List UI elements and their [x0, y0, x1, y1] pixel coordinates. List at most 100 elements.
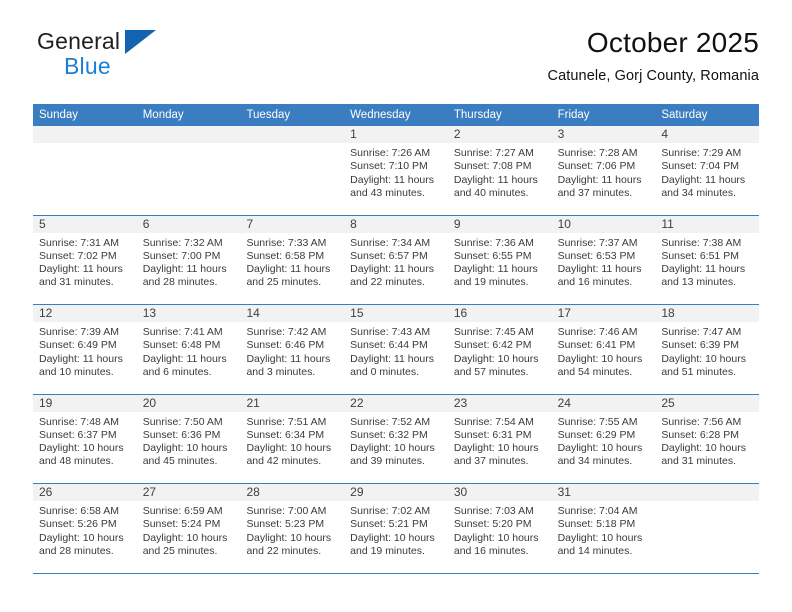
day-number: 15	[350, 306, 364, 320]
day-number-band	[655, 484, 760, 501]
calendar-day-cell[interactable]: 24 Sunrise: 7:55 AM Sunset: 6:29 PM Dayl…	[551, 394, 656, 483]
day-number-band: 30	[447, 484, 552, 501]
sunrise-text: Sunrise: 7:27 AM	[453, 147, 534, 159]
calendar-day-cell[interactable]	[136, 126, 241, 215]
sunset-text: Sunset: 7:10 PM	[350, 160, 428, 173]
sunrise-text: Sunrise: 7:48 AM	[39, 415, 119, 428]
calendar-day-cell[interactable]: 31 Sunrise: 7:04 AM Sunset: 5:18 PM Dayl…	[551, 484, 656, 573]
calendar-day-cell[interactable]: 1 Sunrise: 7:26 AM Sunset: 7:10 PM Dayli…	[344, 126, 448, 215]
sunset-text: Sunset: 6:34 PM	[246, 428, 325, 441]
calendar-day-cell[interactable]: 3 Sunrise: 7:28 AM Sunset: 7:06 PM Dayli…	[551, 126, 656, 215]
sunset-text: Sunset: 6:32 PM	[350, 428, 428, 441]
sunset-text: Sunset: 5:23 PM	[246, 518, 325, 531]
sunset-text: Sunset: 6:57 PM	[350, 249, 428, 262]
sunrise-text: Sunrise: 7:56 AM	[661, 415, 742, 428]
calendar-day-cell[interactable]: 16 Sunrise: 7:45 AM Sunset: 6:42 PM Dayl…	[447, 305, 552, 394]
day-details: Sunrise: 7:51 AM Sunset: 6:34 PM Dayligh…	[240, 412, 344, 469]
calendar-day-cell[interactable]: 25 Sunrise: 7:56 AM Sunset: 6:28 PM Dayl…	[655, 394, 760, 483]
day-number: 13	[142, 306, 157, 320]
sunset-text: Sunset: 5:18 PM	[557, 518, 636, 531]
day-number-band: 22	[344, 394, 448, 412]
daylight-text-line2: and 6 minutes.	[142, 365, 212, 378]
calendar-day-cell[interactable]: 21 Sunrise: 7:51 AM Sunset: 6:34 PM Dayl…	[240, 394, 345, 483]
day-details: Sunrise: 7:54 AM Sunset: 6:31 PM Dayligh…	[448, 412, 552, 469]
calendar-day-cell[interactable]: 15 Sunrise: 7:43 AM Sunset: 6:44 PM Dayl…	[344, 305, 448, 394]
generalblue-logo: General Blue	[33, 28, 243, 88]
day-number-band: 12	[33, 305, 137, 322]
day-number: 30	[453, 485, 468, 499]
daylight-text-line2: and 3 minutes.	[246, 365, 316, 378]
calendar-day-cell[interactable]: 18 Sunrise: 7:47 AM Sunset: 6:39 PM Dayl…	[655, 305, 760, 394]
sunset-text: Sunset: 6:48 PM	[142, 339, 221, 352]
daylight-text-line2: and 19 minutes.	[350, 544, 425, 557]
sunrise-text: Sunrise: 7:38 AM	[661, 236, 742, 249]
calendar-day-cell[interactable]: 30 Sunrise: 7:03 AM Sunset: 5:20 PM Dayl…	[447, 484, 552, 573]
sunset-text: Sunset: 5:26 PM	[39, 518, 117, 531]
daylight-text-line2: and 48 minutes.	[39, 455, 114, 468]
day-details: Sunrise: 7:47 AM Sunset: 6:39 PM Dayligh…	[655, 322, 759, 379]
calendar-day-cell[interactable]: 8 Sunrise: 7:34 AM Sunset: 6:57 PM Dayli…	[344, 215, 448, 304]
day-number: 22	[350, 395, 364, 410]
calendar-day-cell[interactable]: 4 Sunrise: 7:29 AM Sunset: 7:04 PM Dayli…	[655, 126, 760, 215]
day-number-band: 1	[344, 126, 448, 143]
calendar-day-cell[interactable]: 12 Sunrise: 7:39 AM Sunset: 6:49 PM Dayl…	[33, 305, 137, 394]
day-number: 12	[39, 306, 53, 320]
day-number-band: 6	[136, 215, 241, 233]
sunset-text: Sunset: 6:51 PM	[661, 249, 739, 262]
sunset-text: Sunset: 6:44 PM	[350, 339, 428, 352]
calendar-day-cell[interactable]	[655, 484, 760, 573]
weekday-header-sunday: Sunday	[39, 109, 79, 121]
sunrise-text: Sunrise: 7:51 AM	[246, 415, 327, 428]
day-number-band: 31	[551, 484, 656, 501]
day-number-band: 28	[240, 484, 345, 501]
sunrise-text: Sunrise: 7:43 AM	[350, 326, 431, 338]
daylight-text-line2: and 22 minutes.	[246, 544, 322, 557]
day-details: Sunrise: 7:00 AM Sunset: 5:23 PM Dayligh…	[240, 501, 344, 558]
calendar-week-row: 26 Sunrise: 6:58 AM Sunset: 5:26 PM Dayl…	[33, 484, 760, 574]
calendar-day-cell[interactable]: 6 Sunrise: 7:32 AM Sunset: 7:00 PM Dayli…	[136, 215, 241, 304]
sunrise-text: Sunrise: 7:29 AM	[661, 147, 742, 159]
calendar-day-cell[interactable]: 11 Sunrise: 7:38 AM Sunset: 6:51 PM Dayl…	[655, 215, 760, 304]
calendar-day-cell[interactable]	[33, 126, 137, 215]
calendar-day-cell[interactable]: 14 Sunrise: 7:42 AM Sunset: 6:46 PM Dayl…	[240, 305, 345, 394]
calendar-day-cell[interactable]: 20 Sunrise: 7:50 AM Sunset: 6:36 PM Dayl…	[136, 394, 241, 483]
calendar-day-cell[interactable]: 19 Sunrise: 7:48 AM Sunset: 6:37 PM Dayl…	[33, 394, 137, 483]
daylight-text-line2: and 16 minutes.	[557, 276, 633, 289]
daylight-text-line1: Daylight: 11 hours	[557, 263, 642, 276]
calendar-day-cell[interactable]: 22 Sunrise: 7:52 AM Sunset: 6:32 PM Dayl…	[344, 394, 448, 483]
daylight-text-line2: and 34 minutes.	[661, 186, 737, 199]
day-details: Sunrise: 7:41 AM Sunset: 6:48 PM Dayligh…	[137, 322, 241, 379]
day-details: Sunrise: 7:33 AM Sunset: 6:58 PM Dayligh…	[240, 233, 344, 290]
daylight-text-line1: Daylight: 10 hours	[557, 442, 643, 455]
calendar-day-cell[interactable]: 10 Sunrise: 7:37 AM Sunset: 6:53 PM Dayl…	[551, 215, 656, 304]
daylight-text-line2: and 0 minutes.	[350, 365, 420, 378]
daylight-text-line1: Daylight: 11 hours	[453, 263, 538, 276]
day-details: Sunrise: 7:45 AM Sunset: 6:42 PM Dayligh…	[448, 322, 552, 379]
day-number: 11	[661, 216, 674, 231]
day-number-band: 19	[33, 394, 137, 412]
day-number: 4	[661, 127, 668, 141]
calendar-day-cell[interactable]: 27 Sunrise: 6:59 AM Sunset: 5:24 PM Dayl…	[136, 484, 241, 573]
sunset-text: Sunset: 6:37 PM	[39, 428, 117, 441]
day-number: 16	[453, 306, 468, 320]
day-details: Sunrise: 7:02 AM Sunset: 5:21 PM Dayligh…	[344, 501, 448, 558]
calendar-day-cell[interactable]: 28 Sunrise: 7:00 AM Sunset: 5:23 PM Dayl…	[240, 484, 345, 573]
sunset-text: Sunset: 6:29 PM	[557, 428, 636, 441]
calendar-day-cell[interactable]: 29 Sunrise: 7:02 AM Sunset: 5:21 PM Dayl…	[344, 484, 448, 573]
day-number: 6	[142, 216, 150, 231]
day-number: 8	[350, 216, 357, 231]
daylight-text-line1: Daylight: 11 hours	[453, 173, 538, 186]
calendar-day-cell[interactable]: 17 Sunrise: 7:46 AM Sunset: 6:41 PM Dayl…	[551, 305, 656, 394]
calendar-day-cell[interactable]: 7 Sunrise: 7:33 AM Sunset: 6:58 PM Dayli…	[240, 215, 345, 304]
calendar-day-cell[interactable]: 26 Sunrise: 6:58 AM Sunset: 5:26 PM Dayl…	[33, 484, 137, 573]
daylight-text-line2: and 39 minutes.	[350, 455, 425, 468]
day-number: 14	[246, 306, 260, 320]
calendar-day-cell[interactable]: 13 Sunrise: 7:41 AM Sunset: 6:48 PM Dayl…	[136, 305, 241, 394]
calendar-day-cell[interactable]: 2 Sunrise: 7:27 AM Sunset: 7:08 PM Dayli…	[447, 126, 552, 215]
calendar-day-cell[interactable]: 23 Sunrise: 7:54 AM Sunset: 6:31 PM Dayl…	[447, 394, 552, 483]
calendar-day-cell[interactable]	[240, 126, 345, 215]
calendar-day-cell[interactable]: 9 Sunrise: 7:36 AM Sunset: 6:55 PM Dayli…	[447, 215, 552, 304]
calendar-week-row: 1 Sunrise: 7:26 AM Sunset: 7:10 PM Dayli…	[33, 126, 760, 216]
calendar-day-cell[interactable]: 5 Sunrise: 7:31 AM Sunset: 7:02 PM Dayli…	[33, 215, 137, 304]
day-details: Sunrise: 7:36 AM Sunset: 6:55 PM Dayligh…	[448, 233, 552, 290]
